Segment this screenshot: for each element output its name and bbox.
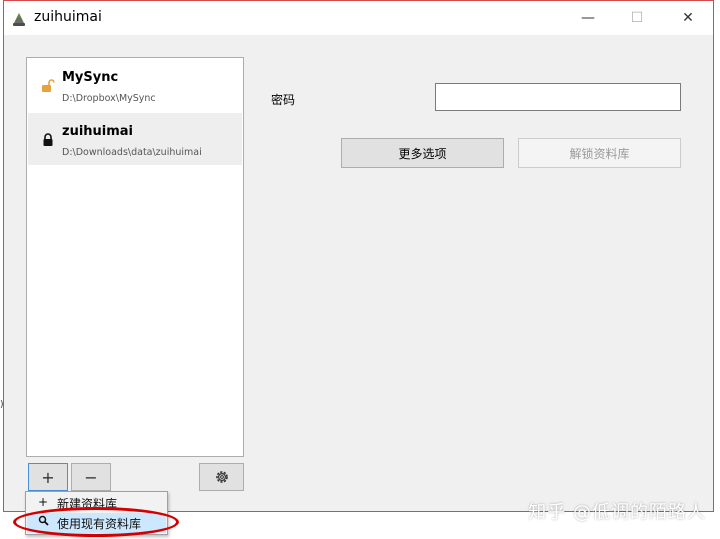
app-window: zuihuimai — ☐ ✕ MySync D:\Dropbox\MySync… — [3, 0, 714, 512]
vault-name: zuihuimai — [62, 124, 134, 139]
password-input[interactable] — [435, 83, 681, 111]
minimize-button[interactable]: — — [565, 1, 611, 35]
background-window-edge: ) — [0, 400, 4, 410]
more-options-button[interactable]: 更多选项 — [341, 138, 504, 168]
vault-list[interactable]: MySync D:\Dropbox\MySync zuihuimai D:\Do… — [26, 57, 244, 457]
close-button[interactable]: ✕ — [665, 1, 711, 35]
plus-icon: + — [41, 467, 55, 487]
vault-path: D:\Downloads\data\zuihuimai — [62, 147, 202, 158]
minus-icon: − — [84, 467, 98, 487]
maximize-button[interactable]: ☐ — [614, 1, 660, 35]
vault-item-mysync[interactable]: MySync D:\Dropbox\MySync — [28, 59, 242, 111]
watermark: 知乎 @低调的陌路人 — [528, 502, 706, 523]
menu-item-label: 使用现有资料库 — [57, 517, 142, 531]
vault-item-zuihuimai[interactable]: zuihuimai D:\Downloads\data\zuihuimai — [28, 113, 242, 165]
menu-item-label: 新建资料库 — [57, 497, 118, 511]
vault-name: MySync — [62, 70, 119, 85]
lock-icon — [43, 133, 53, 146]
minimize-icon: — — [581, 10, 595, 26]
unlocked-icon — [42, 79, 55, 92]
password-label: 密码 — [271, 93, 296, 107]
window-title: zuihuimai — [34, 9, 102, 25]
maximize-icon: ☐ — [630, 10, 644, 26]
menu-item-open-existing-vault[interactable]: 使用现有资料库 — [27, 513, 166, 533]
add-vault-button[interactable]: + — [28, 463, 68, 491]
vault-path: D:\Dropbox\MySync — [62, 93, 156, 104]
add-vault-menu: + 新建资料库 使用现有资料库 — [25, 491, 168, 535]
plus-icon: + — [37, 495, 49, 509]
close-icon: ✕ — [682, 10, 694, 26]
search-icon — [37, 515, 49, 529]
app-logo-icon — [13, 13, 25, 26]
gear-icon — [215, 471, 228, 483]
settings-button[interactable] — [199, 463, 244, 491]
menu-item-new-vault[interactable]: + 新建资料库 — [27, 493, 166, 513]
unlock-vault-button[interactable]: 解锁资料库 — [518, 138, 681, 168]
remove-vault-button[interactable]: − — [71, 463, 111, 491]
title-bar: zuihuimai — ☐ ✕ — [4, 1, 713, 35]
